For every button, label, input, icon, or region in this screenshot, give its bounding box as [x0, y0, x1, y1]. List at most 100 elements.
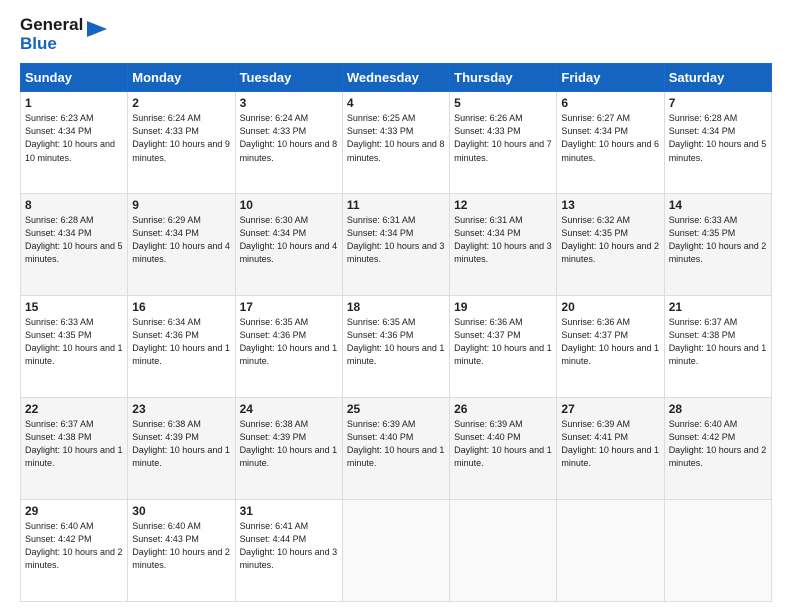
day-number: 24 — [240, 402, 338, 416]
day-info: Sunrise: 6:35 AMSunset: 4:36 PMDaylight:… — [347, 316, 445, 368]
calendar-header-row: SundayMondayTuesdayWednesdayThursdayFrid… — [21, 64, 772, 92]
day-info: Sunrise: 6:38 AMSunset: 4:39 PMDaylight:… — [132, 418, 230, 470]
col-header-sunday: Sunday — [21, 64, 128, 92]
calendar-cell: 22 Sunrise: 6:37 AMSunset: 4:38 PMDaylig… — [21, 398, 128, 500]
logo: General Blue — [20, 16, 107, 53]
calendar-cell: 11 Sunrise: 6:31 AMSunset: 4:34 PMDaylig… — [342, 194, 449, 296]
day-info: Sunrise: 6:32 AMSunset: 4:35 PMDaylight:… — [561, 214, 659, 266]
day-number: 9 — [132, 198, 230, 212]
day-info: Sunrise: 6:24 AMSunset: 4:33 PMDaylight:… — [132, 112, 230, 164]
calendar-cell: 18 Sunrise: 6:35 AMSunset: 4:36 PMDaylig… — [342, 296, 449, 398]
day-number: 16 — [132, 300, 230, 314]
day-info: Sunrise: 6:40 AMSunset: 4:42 PMDaylight:… — [669, 418, 767, 470]
day-info: Sunrise: 6:36 AMSunset: 4:37 PMDaylight:… — [561, 316, 659, 368]
day-number: 13 — [561, 198, 659, 212]
day-number: 10 — [240, 198, 338, 212]
calendar-cell — [342, 500, 449, 602]
day-number: 29 — [25, 504, 123, 518]
col-header-wednesday: Wednesday — [342, 64, 449, 92]
col-header-tuesday: Tuesday — [235, 64, 342, 92]
col-header-thursday: Thursday — [450, 64, 557, 92]
calendar-cell: 20 Sunrise: 6:36 AMSunset: 4:37 PMDaylig… — [557, 296, 664, 398]
day-number: 7 — [669, 96, 767, 110]
day-info: Sunrise: 6:33 AMSunset: 4:35 PMDaylight:… — [669, 214, 767, 266]
logo-general: General — [20, 16, 83, 35]
day-info: Sunrise: 6:40 AMSunset: 4:43 PMDaylight:… — [132, 520, 230, 572]
calendar-cell: 17 Sunrise: 6:35 AMSunset: 4:36 PMDaylig… — [235, 296, 342, 398]
day-info: Sunrise: 6:26 AMSunset: 4:33 PMDaylight:… — [454, 112, 552, 164]
calendar-cell: 15 Sunrise: 6:33 AMSunset: 4:35 PMDaylig… — [21, 296, 128, 398]
calendar-cell: 31 Sunrise: 6:41 AMSunset: 4:44 PMDaylig… — [235, 500, 342, 602]
calendar-cell: 27 Sunrise: 6:39 AMSunset: 4:41 PMDaylig… — [557, 398, 664, 500]
calendar-cell: 2 Sunrise: 6:24 AMSunset: 4:33 PMDayligh… — [128, 92, 235, 194]
day-number: 27 — [561, 402, 659, 416]
day-info: Sunrise: 6:37 AMSunset: 4:38 PMDaylight:… — [25, 418, 123, 470]
day-number: 8 — [25, 198, 123, 212]
day-number: 23 — [132, 402, 230, 416]
day-number: 21 — [669, 300, 767, 314]
calendar-cell: 23 Sunrise: 6:38 AMSunset: 4:39 PMDaylig… — [128, 398, 235, 500]
calendar-cell: 12 Sunrise: 6:31 AMSunset: 4:34 PMDaylig… — [450, 194, 557, 296]
day-number: 6 — [561, 96, 659, 110]
calendar-week-4: 22 Sunrise: 6:37 AMSunset: 4:38 PMDaylig… — [21, 398, 772, 500]
day-info: Sunrise: 6:39 AMSunset: 4:40 PMDaylight:… — [347, 418, 445, 470]
day-info: Sunrise: 6:39 AMSunset: 4:40 PMDaylight:… — [454, 418, 552, 470]
day-info: Sunrise: 6:28 AMSunset: 4:34 PMDaylight:… — [669, 112, 767, 164]
calendar-week-2: 8 Sunrise: 6:28 AMSunset: 4:34 PMDayligh… — [21, 194, 772, 296]
calendar-cell — [557, 500, 664, 602]
day-info: Sunrise: 6:34 AMSunset: 4:36 PMDaylight:… — [132, 316, 230, 368]
calendar-cell: 9 Sunrise: 6:29 AMSunset: 4:34 PMDayligh… — [128, 194, 235, 296]
logo-blue: Blue — [20, 35, 83, 54]
calendar-cell: 28 Sunrise: 6:40 AMSunset: 4:42 PMDaylig… — [664, 398, 771, 500]
day-number: 15 — [25, 300, 123, 314]
day-number: 12 — [454, 198, 552, 212]
day-number: 25 — [347, 402, 445, 416]
calendar-week-1: 1 Sunrise: 6:23 AMSunset: 4:34 PMDayligh… — [21, 92, 772, 194]
day-info: Sunrise: 6:36 AMSunset: 4:37 PMDaylight:… — [454, 316, 552, 368]
calendar-week-3: 15 Sunrise: 6:33 AMSunset: 4:35 PMDaylig… — [21, 296, 772, 398]
calendar-week-5: 29 Sunrise: 6:40 AMSunset: 4:42 PMDaylig… — [21, 500, 772, 602]
day-info: Sunrise: 6:35 AMSunset: 4:36 PMDaylight:… — [240, 316, 338, 368]
calendar-table: SundayMondayTuesdayWednesdayThursdayFrid… — [20, 63, 772, 602]
calendar-cell — [450, 500, 557, 602]
day-number: 26 — [454, 402, 552, 416]
day-number: 22 — [25, 402, 123, 416]
day-info: Sunrise: 6:31 AMSunset: 4:34 PMDaylight:… — [454, 214, 552, 266]
calendar-cell: 29 Sunrise: 6:40 AMSunset: 4:42 PMDaylig… — [21, 500, 128, 602]
calendar-cell: 13 Sunrise: 6:32 AMSunset: 4:35 PMDaylig… — [557, 194, 664, 296]
calendar-cell: 26 Sunrise: 6:39 AMSunset: 4:40 PMDaylig… — [450, 398, 557, 500]
calendar-cell: 7 Sunrise: 6:28 AMSunset: 4:34 PMDayligh… — [664, 92, 771, 194]
calendar-cell: 19 Sunrise: 6:36 AMSunset: 4:37 PMDaylig… — [450, 296, 557, 398]
calendar-cell: 6 Sunrise: 6:27 AMSunset: 4:34 PMDayligh… — [557, 92, 664, 194]
day-info: Sunrise: 6:38 AMSunset: 4:39 PMDaylight:… — [240, 418, 338, 470]
day-info: Sunrise: 6:27 AMSunset: 4:34 PMDaylight:… — [561, 112, 659, 164]
day-number: 3 — [240, 96, 338, 110]
calendar-cell: 14 Sunrise: 6:33 AMSunset: 4:35 PMDaylig… — [664, 194, 771, 296]
day-number: 4 — [347, 96, 445, 110]
day-info: Sunrise: 6:31 AMSunset: 4:34 PMDaylight:… — [347, 214, 445, 266]
day-info: Sunrise: 6:41 AMSunset: 4:44 PMDaylight:… — [240, 520, 338, 572]
logo-flag-icon — [87, 21, 107, 49]
day-number: 5 — [454, 96, 552, 110]
calendar-cell: 25 Sunrise: 6:39 AMSunset: 4:40 PMDaylig… — [342, 398, 449, 500]
day-number: 11 — [347, 198, 445, 212]
calendar-cell: 8 Sunrise: 6:28 AMSunset: 4:34 PMDayligh… — [21, 194, 128, 296]
day-info: Sunrise: 6:23 AMSunset: 4:34 PMDaylight:… — [25, 112, 123, 164]
day-info: Sunrise: 6:29 AMSunset: 4:34 PMDaylight:… — [132, 214, 230, 266]
col-header-friday: Friday — [557, 64, 664, 92]
calendar-cell: 10 Sunrise: 6:30 AMSunset: 4:34 PMDaylig… — [235, 194, 342, 296]
col-header-monday: Monday — [128, 64, 235, 92]
calendar-cell: 1 Sunrise: 6:23 AMSunset: 4:34 PMDayligh… — [21, 92, 128, 194]
page: General Blue SundayMondayTuesdayWednesda… — [0, 0, 792, 612]
calendar-cell: 5 Sunrise: 6:26 AMSunset: 4:33 PMDayligh… — [450, 92, 557, 194]
calendar-cell: 3 Sunrise: 6:24 AMSunset: 4:33 PMDayligh… — [235, 92, 342, 194]
day-number: 28 — [669, 402, 767, 416]
day-info: Sunrise: 6:30 AMSunset: 4:34 PMDaylight:… — [240, 214, 338, 266]
day-info: Sunrise: 6:24 AMSunset: 4:33 PMDaylight:… — [240, 112, 338, 164]
calendar-cell: 24 Sunrise: 6:38 AMSunset: 4:39 PMDaylig… — [235, 398, 342, 500]
day-info: Sunrise: 6:39 AMSunset: 4:41 PMDaylight:… — [561, 418, 659, 470]
day-number: 31 — [240, 504, 338, 518]
day-number: 1 — [25, 96, 123, 110]
day-number: 2 — [132, 96, 230, 110]
header: General Blue — [20, 16, 772, 53]
